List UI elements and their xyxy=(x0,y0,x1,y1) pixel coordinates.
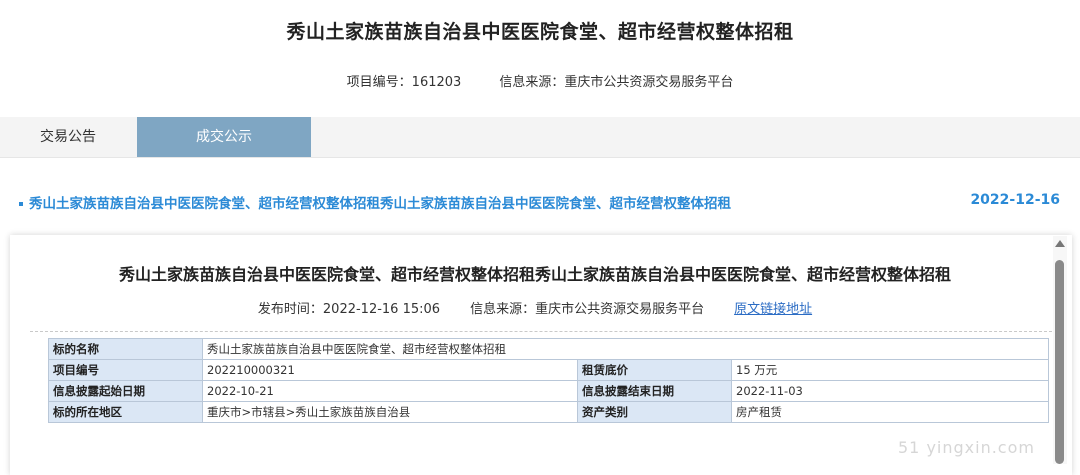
tab-deal-announcement[interactable]: 成交公示 xyxy=(137,117,311,157)
table-row: 信息披露起始日期 2022-10-21 信息披露结束日期 2022-11-03 xyxy=(48,380,1049,402)
tab-bar: 交易公告 成交公示 xyxy=(0,117,1080,158)
list-item[interactable]: 秀山土家族苗族自治县中医医院食堂、超市经营权整体招租秀山土家族苗族自治县中医医院… xyxy=(19,192,731,212)
cell-label: 资产类别 xyxy=(577,401,732,423)
cell-label: 信息披露结束日期 xyxy=(577,380,732,402)
cell-label: 项目编号 xyxy=(48,359,203,381)
cell-value: 15 万元 xyxy=(731,359,1049,381)
detail-title: 秀山土家族苗族自治县中医医院食堂、超市经营权整体招租秀山土家族苗族自治县中医医院… xyxy=(118,265,951,284)
scroll-thumb[interactable] xyxy=(1055,260,1064,464)
cell-label: 租赁底价 xyxy=(577,359,732,381)
cell-value: 2022-10-21 xyxy=(202,380,578,402)
project-number: 项目编号：161203 xyxy=(346,75,462,90)
cell-value: 秀山土家族苗族自治县中医医院食堂、超市经营权整体招租 xyxy=(202,338,1049,360)
scroll-up-arrow-icon[interactable] xyxy=(1055,240,1065,247)
info-table: 标的名称 秀山土家族苗族自治县中医医院食堂、超市经营权整体招租 项目编号 202… xyxy=(48,338,1049,423)
cell-label: 信息披露起始日期 xyxy=(48,380,203,402)
detail-meta: 发布时间：2022-12-16 15:06 信息来源：重庆市公共资源交易服务平台 原… xyxy=(10,298,1060,317)
publish-time: 发布时间：2022-12-16 15:06 xyxy=(257,302,441,317)
list-item-date: 2022-12-16 xyxy=(970,192,1060,208)
cell-label: 标的所在地区 xyxy=(48,401,203,423)
scrollbar[interactable] xyxy=(1053,236,1067,464)
table-row: 标的名称 秀山土家族苗族自治县中医医院食堂、超市经营权整体招租 xyxy=(48,338,1049,360)
divider xyxy=(30,331,1052,332)
cell-value: 202210000321 xyxy=(202,359,578,381)
cell-value: 重庆市>市辖县>秀山土家族苗族自治县 xyxy=(202,401,578,423)
watermark: 51 yingxin.com xyxy=(898,438,1035,457)
original-link[interactable]: 原文链接地址 xyxy=(734,302,812,317)
bullet-icon xyxy=(19,202,23,206)
table-row: 项目编号 202210000321 租赁底价 15 万元 xyxy=(48,359,1049,381)
cell-label: 标的名称 xyxy=(48,338,203,360)
list-item-title[interactable]: 秀山土家族苗族自治县中医医院食堂、超市经营权整体招租秀山土家族苗族自治县中医医院… xyxy=(29,196,731,212)
cell-value: 房产租赁 xyxy=(731,401,1049,423)
cell-value: 2022-11-03 xyxy=(731,380,1049,402)
detail-source: 信息来源：重庆市公共资源交易服务平台 xyxy=(470,302,705,317)
info-source: 信息来源：重庆市公共资源交易服务平台 xyxy=(499,75,734,90)
page-title: 秀山土家族苗族自治县中医医院食堂、超市经营权整体招租 xyxy=(286,21,794,43)
table-row: 标的所在地区 重庆市>市辖县>秀山土家族苗族自治县 资产类别 房产租赁 xyxy=(48,401,1049,423)
tab-transaction-notice[interactable]: 交易公告 xyxy=(0,117,136,157)
project-meta: 项目编号：161203 信息来源：重庆市公共资源交易服务平台 xyxy=(0,71,1080,90)
